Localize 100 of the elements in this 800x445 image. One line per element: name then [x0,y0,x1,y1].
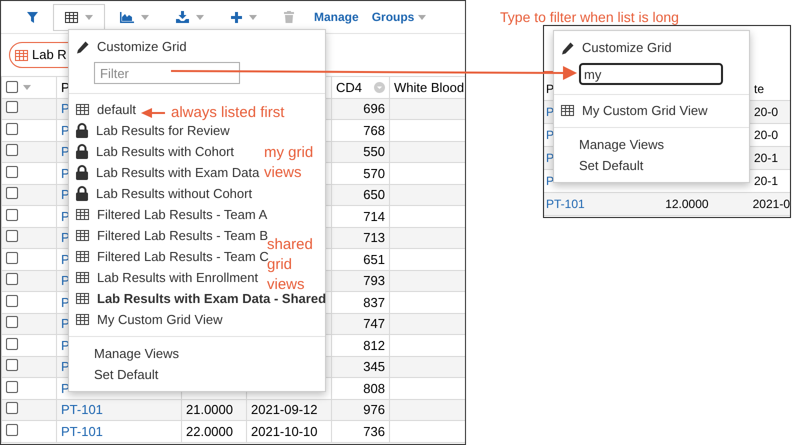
row-checkbox[interactable] [6,316,18,328]
table-cell: 793 [363,273,385,288]
table-cell: 837 [363,294,385,310]
row-checkbox[interactable] [6,230,18,242]
menu-item[interactable]: Manage Views [94,344,180,364]
participant-link[interactable]: P [546,151,554,165]
row-checkbox[interactable] [6,187,18,199]
menu-item[interactable]: My Custom Grid View [582,100,708,120]
table-cell: 20-1 [754,151,778,165]
table-cell: 651 [363,252,385,266]
table-cell: 713 [363,230,385,245]
menu-item[interactable]: Filtered Lab Results - Team B [97,226,268,246]
row-checkbox[interactable] [6,359,18,371]
download-icon [176,11,189,23]
table-cell: 714 [363,208,385,224]
row-checkbox[interactable] [6,122,18,134]
table-cell: 2021-0 [752,197,790,211]
filter-field[interactable]: my [579,63,723,85]
table-cell: 650 [363,187,385,202]
table-cell: 808 [363,380,385,396]
trash-icon [284,11,294,23]
menu-item[interactable]: Filtered Lab Results - Team A [97,204,268,224]
row-checkbox[interactable] [6,252,18,264]
lock-icon [76,123,88,138]
caret-icon [141,14,149,20]
participant-link[interactable]: PT-101 [546,197,585,211]
menu-item[interactable]: default [97,100,136,120]
pencil-icon [76,40,89,54]
row-checkbox[interactable] [6,402,18,414]
table-icon [76,209,89,220]
annotation: my grid views [264,143,314,183]
menu-item[interactable]: Lab Results with Exam Data [96,162,260,182]
menu-item[interactable]: My Custom Grid View [97,310,222,330]
menu-item[interactable]: Set Default [94,364,158,384]
table-cell: 345 [363,359,385,374]
area-chart-icon [120,12,134,22]
column-header[interactable]: White Blood [390,76,465,98]
menu-item[interactable]: Filtered Lab Results - Team C [97,246,269,266]
toolbar-menu-button[interactable]: Manage [309,4,364,30]
menu-item[interactable]: Lab Results with Cohort [96,142,234,162]
table-icon [561,105,574,116]
table-cell: 2021-10-10 [251,424,318,438]
table-icon [76,104,89,115]
annotation: Type to filter when list is long [500,8,679,27]
table-icon [15,50,28,60]
table-icon [76,314,89,325]
table-cell: 21.0000 [186,402,233,417]
row-checkbox[interactable] [6,81,18,94]
row-checkbox[interactable] [6,338,18,350]
row-checkbox[interactable] [6,101,18,113]
caret-icon [418,14,426,20]
participant-link[interactable]: P [546,128,554,142]
table-icon [76,293,89,304]
row-checkbox[interactable] [6,166,18,178]
table-cell: 747 [363,316,385,331]
row-checkbox[interactable] [6,424,18,436]
table-icon [65,12,78,22]
table-cell: 696 [363,101,385,116]
plus-icon [231,12,242,22]
arrow [141,108,165,118]
column-header: te [754,82,764,96]
table-icon [76,251,89,262]
participant-link[interactable]: P [546,105,554,119]
menu-item[interactable]: Customize Grid [97,37,187,57]
lock-icon [76,186,88,201]
lock-icon [76,165,88,180]
menu-item[interactable]: Manage Views [579,134,664,154]
table-cell: 768 [363,122,385,138]
table-cell: 570 [363,166,385,180]
menu-item[interactable]: Lab Results for Review [96,120,230,140]
caret-icon [196,14,204,20]
menu-item[interactable]: Set Default [579,156,644,176]
menu-item[interactable]: Customize Grid [582,38,672,58]
table-icon [76,272,89,283]
participant-link[interactable]: P [546,174,554,188]
row-checkbox[interactable] [6,208,18,220]
row-checkbox[interactable] [6,144,18,156]
row-checkbox[interactable] [6,294,18,306]
filter-field[interactable]: Filter [94,62,240,84]
table-icon [76,230,89,241]
table-cell: 550 [363,144,385,159]
row-checkbox[interactable] [6,380,18,392]
caret-icon [249,14,257,20]
caret-icon [23,84,31,90]
lock-icon [76,144,88,159]
table-cell: 22.0000 [186,424,233,438]
table-cell: 20-0 [754,128,778,142]
row-checkbox[interactable] [6,273,18,285]
pencil-icon [561,42,574,54]
table-cell: 2021-09-12 [251,402,318,417]
annotation: always listed first [171,103,284,123]
menu-item[interactable]: Lab Results without Cohort [96,184,252,204]
table-cell: 20-0 [754,105,778,119]
table-cell: 736 [363,424,385,438]
filter-icon [27,12,38,22]
toolbar-menu-button[interactable]: Groups [366,4,432,30]
column-header: P [546,82,554,96]
table-cell: 12.0000 [665,197,709,211]
caret-icon [85,14,93,20]
menu-item[interactable]: Lab Results with Enrollment [97,268,258,288]
